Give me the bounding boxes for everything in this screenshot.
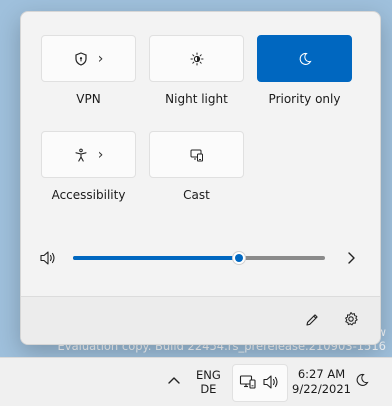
- moon-icon[interactable]: [355, 373, 369, 387]
- clock-date: 9/22/2021: [292, 382, 351, 396]
- tile-accessibility: › Accessibility: [41, 131, 136, 202]
- night-light-button[interactable]: [149, 35, 244, 82]
- quick-settings-panel: › VPN Night light Priority only › Access…: [20, 11, 381, 345]
- network-icon: [239, 373, 257, 391]
- priority-only-button[interactable]: [257, 35, 352, 82]
- accessibility-icon: [74, 148, 88, 162]
- tile-priority-only: Priority only: [257, 35, 352, 106]
- tile-label-priority-only: Priority only: [268, 92, 341, 106]
- clock-time: 6:27 AM: [297, 367, 346, 381]
- screen: { "desktop": { "watermark_line1": "w", "…: [0, 0, 392, 406]
- volume-row: [39, 248, 361, 268]
- volume-slider[interactable]: [73, 251, 325, 265]
- tile-label-cast: Cast: [183, 188, 210, 202]
- input-language-indicator[interactable]: ENG DE: [196, 368, 221, 396]
- tile-cast: Cast: [149, 131, 244, 202]
- pencil-icon[interactable]: [304, 312, 320, 328]
- vpn-button[interactable]: ›: [41, 35, 136, 82]
- shield-icon: [74, 51, 88, 66]
- system-tray-group[interactable]: [232, 364, 288, 402]
- chevron-right-icon[interactable]: ›: [98, 52, 104, 66]
- language-code: ENG: [196, 368, 221, 382]
- moon-icon: [298, 52, 312, 66]
- tile-label-night-light: Night light: [165, 92, 228, 106]
- speaker-icon[interactable]: [39, 250, 57, 266]
- chevron-right-icon[interactable]: ›: [98, 148, 104, 162]
- brightness-icon: [190, 52, 204, 66]
- quick-settings-footer: [21, 296, 380, 344]
- keyboard-layout: DE: [200, 382, 217, 396]
- chevron-up-icon[interactable]: [167, 374, 181, 386]
- chevron-right-icon[interactable]: [345, 250, 357, 266]
- speaker-icon: [262, 374, 280, 390]
- clock[interactable]: 6:27 AM 9/22/2021: [292, 367, 351, 397]
- gear-icon[interactable]: [343, 311, 359, 327]
- volume-slider-thumb[interactable]: [232, 251, 247, 265]
- taskbar: ENG DE 6:27 AM 9/22/2021: [0, 357, 392, 406]
- tile-night-light: Night light: [149, 35, 244, 106]
- tile-label-vpn: VPN: [76, 92, 101, 106]
- volume-slider-fill: [73, 256, 240, 260]
- tile-vpn: › VPN: [41, 35, 136, 106]
- cast-icon: [190, 148, 204, 162]
- cast-button[interactable]: [149, 131, 244, 178]
- tile-label-accessibility: Accessibility: [51, 188, 126, 202]
- accessibility-button[interactable]: ›: [41, 131, 136, 178]
